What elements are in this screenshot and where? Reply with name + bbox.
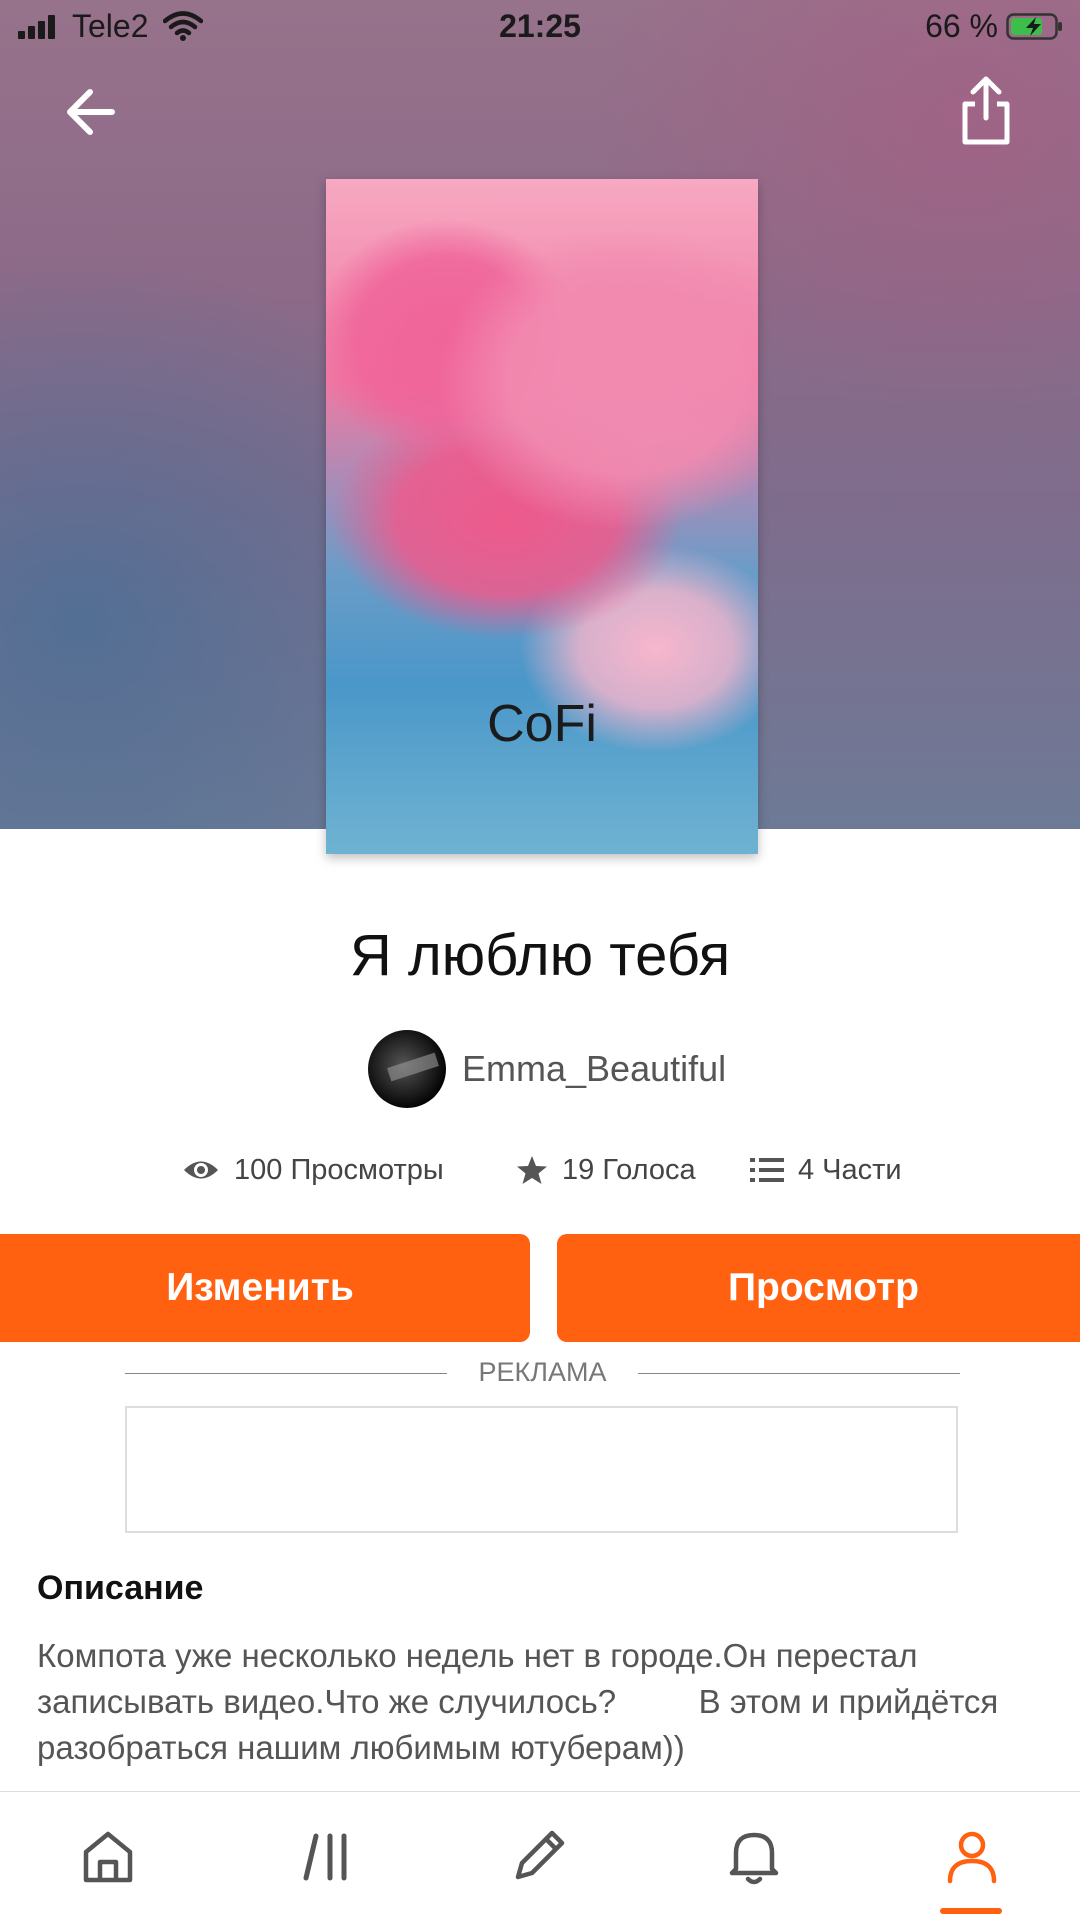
story-title: Я люблю тебя: [349, 923, 731, 988]
nav-profile[interactable]: [938, 1822, 1006, 1890]
edit-button[interactable]: Изменить: [0, 1234, 530, 1342]
home-icon: [83, 1831, 133, 1883]
ad-slot[interactable]: [125, 1406, 958, 1533]
clock: 21:25: [499, 8, 581, 44]
description-heading: Описание: [37, 1569, 204, 1607]
book-cover[interactable]: CoFi: [326, 179, 758, 854]
active-tab-indicator: [940, 1908, 1002, 1914]
parts-stat: 4 Части: [750, 1150, 902, 1190]
battery-percent: 66 %: [925, 8, 998, 44]
nav-library[interactable]: [294, 1822, 362, 1890]
cover-title: CoFi: [487, 695, 597, 753]
divider: [125, 1373, 447, 1374]
share-button[interactable]: [955, 74, 1017, 148]
description-text: Компота уже несколько недель нет в город…: [37, 1637, 1008, 1766]
avatar[interactable]: [368, 1030, 446, 1108]
back-button[interactable]: [60, 80, 124, 144]
votes-stat: 19 Голоса: [516, 1150, 696, 1190]
pencil-icon: [515, 1830, 565, 1880]
nav-write[interactable]: [505, 1822, 573, 1890]
parts-count: 4 Части: [798, 1153, 902, 1186]
bell-icon: [729, 1832, 779, 1885]
divider: [638, 1373, 960, 1374]
bottom-nav: [0, 1791, 1080, 1921]
eye-icon: [184, 1161, 218, 1179]
nav-notifications[interactable]: [720, 1822, 788, 1890]
ad-label: РЕКЛАМА: [478, 1357, 607, 1387]
author-name[interactable]: Emma_Beautiful: [462, 1048, 726, 1090]
star-icon: [517, 1156, 547, 1184]
battery-icon: [1006, 13, 1062, 40]
view-button[interactable]: Просмотр: [557, 1234, 1080, 1342]
nav-home[interactable]: [74, 1822, 142, 1890]
list-icon: [750, 1158, 784, 1182]
views-count: 100 Просмотры: [234, 1153, 444, 1186]
library-icon: [303, 1833, 347, 1881]
votes-count: 19 Голоса: [562, 1153, 696, 1186]
profile-icon: [947, 1831, 997, 1884]
status-bar: Tele2 21:25 66 %: [0, 0, 1080, 54]
views-stat: 100 Просмотры: [182, 1150, 444, 1190]
